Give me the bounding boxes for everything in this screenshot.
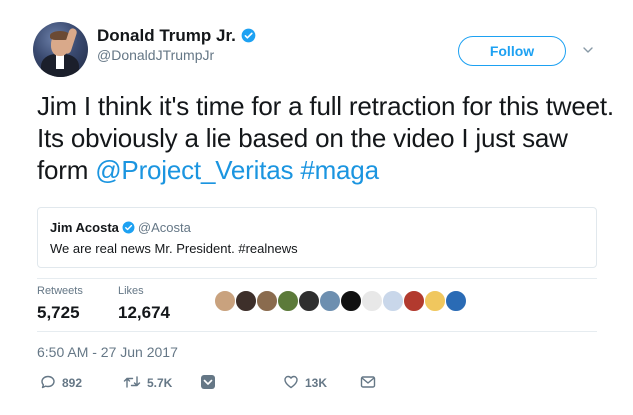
- liker-avatar[interactable]: [319, 290, 341, 312]
- retweets-label: Retweets: [37, 285, 83, 297]
- like-count: 13K: [305, 376, 328, 390]
- retweets-stat[interactable]: Retweets 5,725: [37, 285, 83, 324]
- avatar-shirt: [56, 55, 64, 69]
- quoted-text: We are real news Mr. President. #realnew…: [50, 241, 298, 256]
- tweet-timestamp[interactable]: 6:50 AM - 27 Jun 2017: [37, 344, 178, 360]
- liker-avatar[interactable]: [403, 290, 425, 312]
- liker-avatar[interactable]: [361, 290, 383, 312]
- retweet-count: 5.7K: [147, 376, 173, 390]
- reply-action[interactable]: 892: [40, 374, 82, 390]
- mention-link[interactable]: @Project_Veritas: [95, 155, 293, 185]
- liker-avatar[interactable]: [382, 290, 404, 312]
- share-action[interactable]: [360, 374, 382, 390]
- divider: [37, 331, 597, 332]
- liker-avatar[interactable]: [445, 290, 467, 312]
- reply-count: 892: [62, 376, 83, 390]
- hashtag-link[interactable]: #maga: [300, 155, 379, 185]
- retweet-icon: [123, 376, 141, 388]
- divider: [37, 278, 597, 279]
- liker-avatar[interactable]: [340, 290, 362, 312]
- liker-avatar[interactable]: [214, 290, 236, 312]
- chevron-down-icon[interactable]: [582, 44, 594, 56]
- heart-icon: [284, 375, 298, 389]
- heart-shield-icon: [201, 375, 215, 389]
- verified-badge-icon: [122, 221, 135, 234]
- quoted-handle: @Acosta: [137, 220, 191, 235]
- author-display-name[interactable]: Donald Trump Jr.: [97, 26, 236, 46]
- author-handle[interactable]: @DonaldJTrumpJr: [97, 46, 256, 65]
- quoted-display-name: Jim Acosta: [50, 220, 119, 235]
- likes-label: Likes: [118, 285, 144, 297]
- like-action[interactable]: 13K: [283, 374, 327, 390]
- likes-stat[interactable]: Likes 12,674: [118, 285, 170, 324]
- retweets-count: 5,725: [37, 303, 80, 322]
- retweet-action[interactable]: 5.7K: [123, 374, 172, 390]
- direct-message-action[interactable]: [200, 374, 222, 390]
- quoted-author: Jim Acosta @Acosta: [50, 220, 191, 235]
- liker-avatar[interactable]: [277, 290, 299, 312]
- liker-avatar[interactable]: [235, 290, 257, 312]
- author-avatar[interactable]: [33, 22, 88, 77]
- likes-count: 12,674: [118, 303, 170, 322]
- reply-icon: [41, 375, 55, 389]
- envelope-icon: [360, 376, 376, 388]
- liker-avatar[interactable]: [298, 290, 320, 312]
- tweet-text: Jim I think it's time for a full retract…: [37, 90, 617, 186]
- quoted-tweet[interactable]: Jim Acosta @Acosta We are real news Mr. …: [37, 207, 597, 268]
- liker-avatar[interactable]: [256, 290, 278, 312]
- verified-badge-icon: [241, 28, 256, 43]
- follow-button[interactable]: Follow: [458, 36, 566, 66]
- liker-avatar[interactable]: [424, 290, 446, 312]
- author-info[interactable]: Donald Trump Jr. @DonaldJTrumpJr: [97, 26, 256, 65]
